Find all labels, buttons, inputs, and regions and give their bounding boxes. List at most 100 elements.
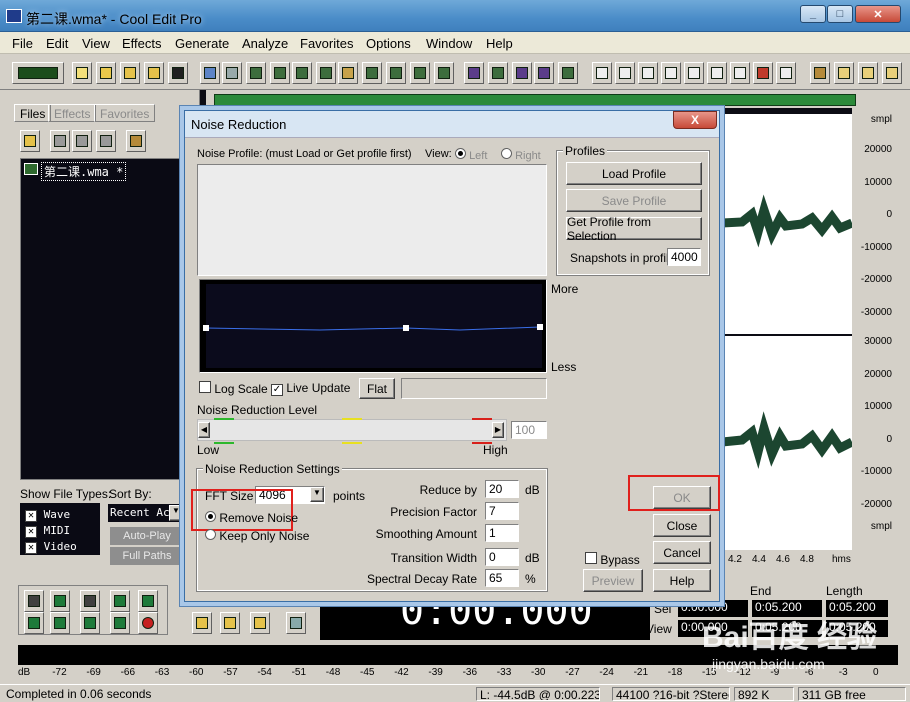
paste-new-icon[interactable] bbox=[362, 62, 382, 84]
script-icon[interactable] bbox=[834, 62, 854, 84]
help-icon[interactable] bbox=[858, 62, 878, 84]
menu-options[interactable]: Options bbox=[366, 36, 411, 51]
save-icon[interactable] bbox=[120, 62, 140, 84]
get-profile-button[interactable]: Get Profile from Selection bbox=[566, 215, 702, 243]
cancel-button[interactable]: Cancel bbox=[653, 541, 711, 564]
new-icon[interactable] bbox=[72, 62, 92, 84]
close-button[interactable]: Close bbox=[653, 514, 711, 537]
maximize-button[interactable]: □ bbox=[827, 5, 853, 23]
copy-new-icon[interactable] bbox=[316, 62, 336, 84]
close-file-icon[interactable] bbox=[50, 130, 70, 152]
copy-icon[interactable] bbox=[292, 62, 312, 84]
keep-only-noise-radio[interactable]: Keep Only Noise bbox=[205, 529, 309, 543]
cut-icon[interactable] bbox=[246, 62, 266, 84]
autoplay-button[interactable]: Auto-Play bbox=[110, 527, 184, 545]
marker-icon[interactable] bbox=[488, 62, 508, 84]
loop-icon[interactable] bbox=[138, 590, 158, 612]
flat-button[interactable]: Flat bbox=[359, 378, 395, 399]
paste-special-icon[interactable] bbox=[410, 62, 430, 84]
stop-icon[interactable] bbox=[24, 590, 44, 612]
rewind-icon[interactable] bbox=[50, 612, 70, 634]
menu-analyze[interactable]: Analyze bbox=[242, 36, 288, 51]
save-profile-button[interactable]: Save Profile bbox=[566, 189, 702, 212]
play-icon[interactable] bbox=[50, 590, 70, 612]
decay-input[interactable]: 65 bbox=[485, 569, 519, 587]
window3-icon[interactable] bbox=[638, 62, 658, 84]
trim-icon[interactable] bbox=[270, 62, 290, 84]
open-icon[interactable] bbox=[96, 62, 116, 84]
tab-favorites[interactable]: Favorites bbox=[94, 104, 156, 122]
live-update-checkbox[interactable]: ✓ Live Update bbox=[271, 381, 350, 396]
menu-favorites[interactable]: Favorites bbox=[300, 36, 353, 51]
type-midi[interactable]: ✕ MIDI bbox=[25, 524, 70, 538]
tab-files[interactable]: Files bbox=[14, 104, 52, 122]
menu-effects[interactable]: Effects bbox=[122, 36, 162, 51]
insert-cd-icon[interactable] bbox=[96, 130, 116, 152]
type-video[interactable]: ✕ Video bbox=[25, 540, 77, 554]
reduction-level-slider[interactable]: ◀ ▶ bbox=[197, 418, 507, 444]
transition-input[interactable]: 0 bbox=[485, 548, 519, 566]
multitrack-toggle-icon[interactable] bbox=[12, 62, 64, 84]
list-icon[interactable] bbox=[776, 62, 796, 84]
overview-bar[interactable] bbox=[214, 94, 856, 106]
type-wave[interactable]: ✕ Wave bbox=[25, 508, 70, 522]
window2-icon[interactable] bbox=[615, 62, 635, 84]
redo-icon[interactable] bbox=[222, 62, 242, 84]
full-paths-button[interactable]: Full Paths bbox=[110, 547, 184, 565]
paste-icon[interactable] bbox=[338, 62, 358, 84]
zoom-out-icon[interactable] bbox=[220, 612, 240, 634]
go-end-icon[interactable] bbox=[110, 612, 130, 634]
bars-icon[interactable] bbox=[730, 62, 750, 84]
undo-icon[interactable] bbox=[200, 62, 220, 84]
timecode-icon[interactable] bbox=[707, 62, 727, 84]
minimize-button[interactable]: _ bbox=[800, 5, 826, 23]
settings-icon[interactable] bbox=[810, 62, 830, 84]
close-window-button[interactable]: ✕ bbox=[855, 5, 901, 23]
mix-paste-icon[interactable] bbox=[386, 62, 406, 84]
snapshots-input[interactable]: 4000 bbox=[667, 248, 701, 266]
record-button-icon[interactable] bbox=[138, 612, 158, 634]
go-begin-icon[interactable] bbox=[24, 612, 44, 634]
zoom-full-icon[interactable] bbox=[250, 612, 270, 634]
grid2-icon[interactable] bbox=[558, 62, 578, 84]
load-profile-button[interactable]: Load Profile bbox=[566, 162, 702, 185]
preview-button[interactable]: Preview bbox=[583, 569, 643, 592]
play-to-end-icon[interactable] bbox=[110, 590, 130, 612]
save-all-icon[interactable] bbox=[168, 62, 188, 84]
menu-file[interactable]: File bbox=[12, 36, 33, 51]
save-as-icon[interactable] bbox=[144, 62, 164, 84]
ok-button[interactable]: OK bbox=[653, 486, 711, 509]
metronome-icon[interactable] bbox=[684, 62, 704, 84]
log-scale-checkbox[interactable]: Log Scale bbox=[199, 381, 268, 396]
tab-effects[interactable]: Effects bbox=[48, 104, 97, 122]
menu-window[interactable]: Window bbox=[426, 36, 472, 51]
zoom-in-icon[interactable] bbox=[192, 612, 212, 634]
view-right-radio[interactable]: Right bbox=[501, 148, 541, 162]
remove-noise-radio[interactable]: Remove Noise bbox=[205, 511, 298, 525]
level-meter-icon[interactable] bbox=[753, 62, 773, 84]
window1-icon[interactable] bbox=[592, 62, 612, 84]
context-help-icon[interactable] bbox=[882, 62, 902, 84]
play-view-icon[interactable] bbox=[661, 62, 681, 84]
chevron-down-icon[interactable]: ▼ bbox=[310, 487, 324, 502]
fast-forward-icon[interactable] bbox=[80, 612, 100, 634]
precision-input[interactable]: 7 bbox=[485, 502, 519, 520]
menu-edit[interactable]: Edit bbox=[46, 36, 68, 51]
chevron-down-icon[interactable]: ▼ bbox=[169, 505, 183, 521]
menu-help[interactable]: Help bbox=[486, 36, 513, 51]
bypass-checkbox[interactable]: Bypass bbox=[585, 552, 640, 567]
record-icon[interactable] bbox=[434, 62, 454, 84]
close-icon[interactable]: X bbox=[673, 111, 717, 129]
menu-view[interactable]: View bbox=[82, 36, 110, 51]
reduction-level-input[interactable]: 100 bbox=[511, 421, 547, 439]
menu-generate[interactable]: Generate bbox=[175, 36, 229, 51]
grid-icon[interactable] bbox=[534, 62, 554, 84]
view-left-radio[interactable]: Left bbox=[455, 148, 487, 162]
zoom-vertical-icon[interactable] bbox=[286, 612, 306, 634]
help-button[interactable]: Help bbox=[653, 569, 711, 592]
smoothing-input[interactable]: 1 bbox=[485, 524, 519, 542]
reduce-by-input[interactable]: 20 bbox=[485, 480, 519, 498]
sync-icon[interactable] bbox=[512, 62, 532, 84]
open-file-icon[interactable] bbox=[20, 130, 40, 152]
pause-icon[interactable] bbox=[80, 590, 100, 612]
